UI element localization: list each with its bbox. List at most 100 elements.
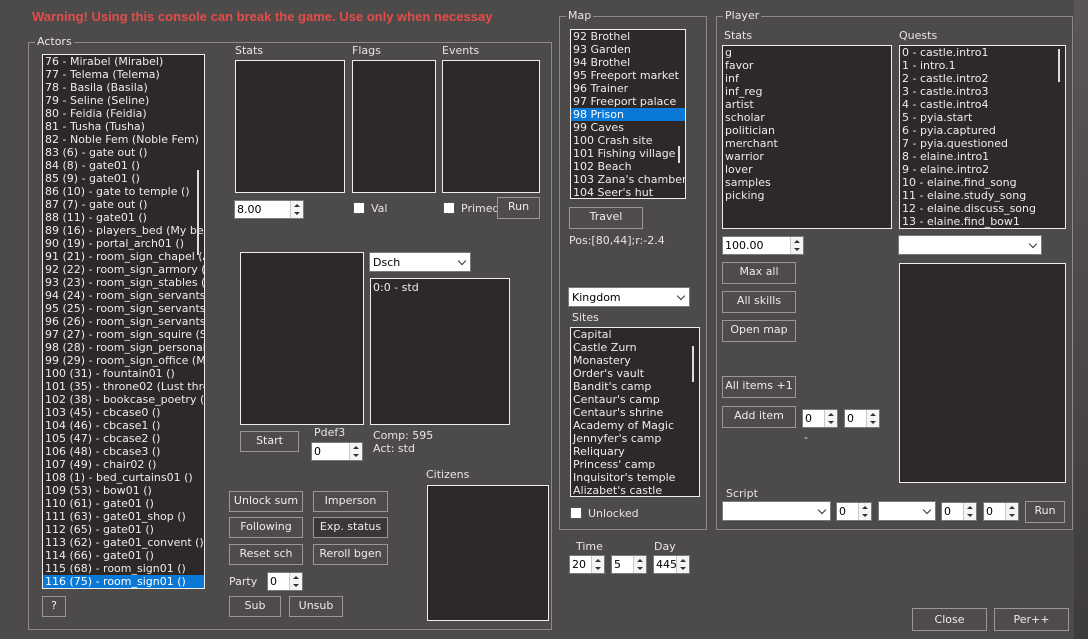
player-stat-value-stepper[interactable]: 100.00 xyxy=(722,236,804,255)
actor-list-item[interactable]: 104 (46) - cbcase1 () xyxy=(43,419,204,432)
quest-list-item[interactable]: 2 - castle.intro2 xyxy=(900,72,1065,85)
travel-button[interactable]: Travel xyxy=(569,207,643,229)
script-select[interactable] xyxy=(722,501,831,521)
player-stat-item[interactable]: scholar xyxy=(723,111,891,124)
site-list-item[interactable]: Reliquary xyxy=(571,445,699,458)
site-list-item[interactable]: Bandit's camp xyxy=(571,380,699,393)
minute-stepper[interactable]: 5 xyxy=(611,555,647,574)
help-button[interactable]: ? xyxy=(42,596,66,617)
player-stat-item[interactable]: g xyxy=(723,46,891,59)
pdef3-stepper[interactable]: 0 xyxy=(311,442,363,461)
events-run-button[interactable]: Run xyxy=(497,197,540,219)
site-list-item[interactable]: Inquisitor's temple xyxy=(571,471,699,484)
actor-list-item[interactable]: 108 (1) - bed_curtains01 () xyxy=(43,471,204,484)
actor-list-item[interactable]: 85 (9) - gate01 () xyxy=(43,172,204,185)
quest-stage-select[interactable] xyxy=(898,235,1042,255)
actor-list-item[interactable]: 112 (65) - gate01 () xyxy=(43,523,204,536)
script-run-button[interactable]: Run xyxy=(1025,501,1065,523)
map-location-item[interactable]: 102 Beach xyxy=(571,160,685,173)
actor-list-item[interactable]: 102 (38) - bookcase_poetry (Book xyxy=(43,393,204,406)
day-stepper[interactable]: 445 xyxy=(653,555,690,574)
map-location-item[interactable]: 93 Garden xyxy=(571,43,685,56)
schedule-item[interactable]: 0:0 - std xyxy=(371,281,509,294)
start-button[interactable]: Start xyxy=(240,431,299,452)
actor-list-item[interactable]: 79 - Seline (Seline) xyxy=(43,94,204,107)
actors-list[interactable]: 76 - Mirabel (Mirabel) 77 - Telema (Telem… xyxy=(42,54,205,589)
reroll-bgen-button[interactable]: Reroll bgen xyxy=(313,544,388,565)
map-location-item[interactable]: 101 Fishing village xyxy=(571,147,685,160)
player-stat-item[interactable]: warrior xyxy=(723,150,891,163)
quest-list-item[interactable]: 7 - pyia.questioned xyxy=(900,137,1065,150)
quest-list-item[interactable]: 4 - castle.intro4 xyxy=(900,98,1065,111)
actor-list-item[interactable]: 88 (11) - gate01 () xyxy=(43,211,204,224)
player-stat-item[interactable]: samples xyxy=(723,176,891,189)
site-list-item[interactable]: Castle Zurn xyxy=(571,341,699,354)
add-item-button[interactable]: Add item xyxy=(722,406,796,428)
actor-list-item[interactable]: 76 - Mirabel (Mirabel) xyxy=(43,55,204,68)
script-arg1-stepper[interactable]: 0 xyxy=(836,502,872,521)
actor-stats-list[interactable] xyxy=(235,60,345,193)
site-list-item[interactable]: Alizabet's castle xyxy=(571,484,699,496)
actor-list-item[interactable]: 103 (45) - cbcase0 () xyxy=(43,406,204,419)
actor-list-item[interactable]: 84 (8) - gate01 () xyxy=(43,159,204,172)
actor-list-item[interactable]: 83 (6) - gate out () xyxy=(43,146,204,159)
actor-list-item[interactable]: 110 (61) - gate01 () xyxy=(43,497,204,510)
quests-list[interactable]: 0 - castle.intro1 1 - intro.1 2 - castle.i… xyxy=(899,45,1066,229)
player-stat-item[interactable]: lover xyxy=(723,163,891,176)
site-list-item[interactable]: Jennyfer's camp xyxy=(571,432,699,445)
hour-stepper[interactable]: 20 xyxy=(569,555,605,574)
primed-checkbox[interactable] xyxy=(443,202,455,214)
sub-button[interactable]: Sub xyxy=(229,596,281,617)
actor-stat-value-stepper[interactable]: 8.00 xyxy=(234,200,304,219)
quest-list-item[interactable]: 3 - castle.intro3 xyxy=(900,85,1065,98)
following-button[interactable]: Following xyxy=(229,517,303,538)
map-location-item[interactable]: 98 Prison xyxy=(571,108,685,121)
actor-list-item[interactable]: 95 (25) - room_sign_servants2 (Se xyxy=(43,302,204,315)
quest-list-item[interactable]: 11 - elaine.study_song xyxy=(900,189,1065,202)
actor-list-item[interactable]: 107 (49) - chair02 () xyxy=(43,458,204,471)
actor-list-item[interactable]: 111 (63) - gate01_shop () xyxy=(43,510,204,523)
script-arg3-stepper[interactable]: 0 xyxy=(983,502,1019,521)
map-location-item[interactable]: 103 Zana's chambers xyxy=(571,173,685,186)
quest-list-item[interactable]: 5 - pyia.start xyxy=(900,111,1065,124)
actor-list-item[interactable]: 93 (23) - room_sign_stables (Stora xyxy=(43,276,204,289)
actor-list-item[interactable]: 92 (22) - room_sign_armory (Armor xyxy=(43,263,204,276)
dsch-select[interactable]: Dsch xyxy=(369,252,471,272)
actor-events-list[interactable] xyxy=(442,60,540,193)
quest-list-item[interactable]: 6 - pyia.captured xyxy=(900,124,1065,137)
quest-list-item[interactable]: 13 - elaine.find_bow1 xyxy=(900,215,1065,228)
site-list-item[interactable]: Order's vault xyxy=(571,367,699,380)
site-list-item[interactable]: Princess' camp xyxy=(571,458,699,471)
sites-list[interactable]: Capital Castle Zurn Monastery Order's vault… xyxy=(570,327,700,497)
actor-list-item[interactable]: 105 (47) - cbcase2 () xyxy=(43,432,204,445)
val-checkbox[interactable] xyxy=(353,202,365,214)
imperson-button[interactable]: Imperson xyxy=(313,491,388,512)
actor-list-item[interactable]: 77 - Telema (Telema) xyxy=(43,68,204,81)
quest-list-item[interactable]: 10 - elaine.find_song xyxy=(900,176,1065,189)
map-scrollbar[interactable] xyxy=(673,30,685,198)
player-stat-item[interactable]: inf xyxy=(723,72,891,85)
player-stat-item[interactable]: picking xyxy=(723,189,891,202)
unsub-button[interactable]: Unsub xyxy=(289,596,343,617)
map-location-item[interactable]: 99 Caves xyxy=(571,121,685,134)
quest-list-item[interactable]: 1 - intro.1 xyxy=(900,59,1065,72)
item-count-stepper[interactable]: 0 xyxy=(844,409,880,428)
player-stat-item[interactable]: politician xyxy=(723,124,891,137)
quest-list-item[interactable]: 12 - elaine.discuss_song xyxy=(900,202,1065,215)
site-list-item[interactable]: Capital xyxy=(571,328,699,341)
close-button[interactable]: Close xyxy=(912,608,987,631)
kingdom-select[interactable]: Kingdom xyxy=(568,287,690,307)
unlocked-checkbox[interactable] xyxy=(570,507,582,519)
player-stats-list[interactable]: g favor inf inf_reg artist scholar politician m… xyxy=(722,45,892,229)
actor-list-item[interactable]: 113 (62) - gate01_convent () xyxy=(43,536,204,549)
actor-list-item[interactable]: 101 (35) - throne02 (Lust throne) xyxy=(43,380,204,393)
all-skills-button[interactable]: All skills xyxy=(722,291,796,313)
player-stat-item[interactable]: favor xyxy=(723,59,891,72)
actor-list-item[interactable]: 81 - Tusha (Tusha) xyxy=(43,120,204,133)
item-id-stepper[interactable]: 0 xyxy=(802,409,838,428)
actor-list-item[interactable]: 99 (29) - room_sign_office (Map) xyxy=(43,354,204,367)
site-list-item[interactable]: Centaur's camp xyxy=(571,393,699,406)
map-location-list[interactable]: 92 Brothel 93 Garden 94 Brothel 95 Freeport… xyxy=(570,29,686,199)
site-list-item[interactable]: Academy of Magic xyxy=(571,419,699,432)
actor-list-item[interactable]: 98 (28) - room_sign_personal () xyxy=(43,341,204,354)
